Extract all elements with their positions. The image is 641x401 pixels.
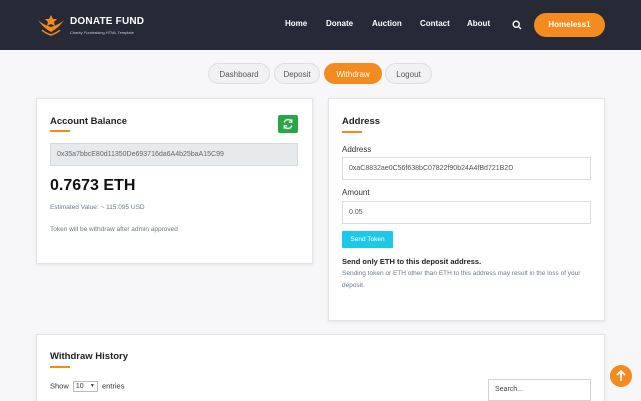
caret-down-icon: ▼ xyxy=(89,383,95,389)
nav-contact[interactable]: Contact xyxy=(420,19,450,28)
address-label: Address xyxy=(342,145,372,154)
hands-heart-logo-icon xyxy=(38,15,64,36)
search-icon[interactable] xyxy=(512,20,522,30)
tab-dashboard[interactable]: Dashboard xyxy=(208,63,270,84)
entries-select[interactable]: 10 ▼ xyxy=(72,381,98,392)
deposit-warning-text: Sending token or ETH other than ETH to t… xyxy=(342,270,581,289)
nav-donate[interactable]: Donate xyxy=(326,19,353,28)
top-navbar: DONATE FUND Charity Fundraising HTML Tem… xyxy=(0,0,641,50)
title-underline xyxy=(50,366,70,368)
entries-value: 10 xyxy=(75,383,84,390)
user-account-button[interactable]: Homeless1 xyxy=(534,13,605,37)
entries-label: entries xyxy=(101,381,125,391)
nav-auction[interactable]: Auction xyxy=(372,19,402,28)
nav-about[interactable]: About xyxy=(467,19,490,28)
amount-input[interactable]: 0.05 xyxy=(342,201,591,224)
brand-subtitle: Charity Fundraising HTML Template xyxy=(70,30,134,35)
show-label: Show xyxy=(50,381,69,391)
refresh-icon xyxy=(283,118,293,130)
title-underline xyxy=(50,130,70,132)
address-input[interactable]: 0xaC8832ae0C56f638bC07822f90b24A4fBd721B… xyxy=(342,157,591,180)
withdraw-history-title: Withdraw History xyxy=(50,351,129,362)
amount-label: Amount xyxy=(342,188,370,197)
tab-withdraw[interactable]: Withdraw xyxy=(324,63,382,84)
wallet-address-display[interactable]: 0x35a7bbcE80d11350De693716da6A4b25baA15C… xyxy=(50,143,298,166)
withdraw-note: Token will be withdraw after admin appro… xyxy=(50,226,178,233)
tab-deposit[interactable]: Deposit xyxy=(274,63,320,84)
send-token-button[interactable]: Send Token xyxy=(342,231,393,248)
estimated-value: Estimated Value: ~ 115.095 USD xyxy=(50,204,145,211)
brand-logo[interactable]: DONATE FUND Charity Fundraising HTML Tem… xyxy=(36,12,156,38)
refresh-button[interactable] xyxy=(278,115,298,133)
deposit-warning-title: Send only ETH to this deposit address. xyxy=(342,257,482,266)
tab-logout[interactable]: Logout xyxy=(385,63,432,84)
nav-home[interactable]: Home xyxy=(285,19,307,28)
address-card-title: Address xyxy=(342,116,381,127)
balance-amount: 0.7673 ETH xyxy=(50,177,136,194)
entries-control: Show 10 ▼ entries xyxy=(50,381,124,392)
title-underline xyxy=(342,131,362,133)
brand-title: DONATE FUND xyxy=(70,16,145,27)
arrow-up-icon xyxy=(616,369,626,381)
scroll-to-top-button[interactable] xyxy=(610,365,632,387)
account-balance-title: Account Balance xyxy=(50,116,128,127)
history-search-input[interactable]: Search... xyxy=(488,379,591,401)
